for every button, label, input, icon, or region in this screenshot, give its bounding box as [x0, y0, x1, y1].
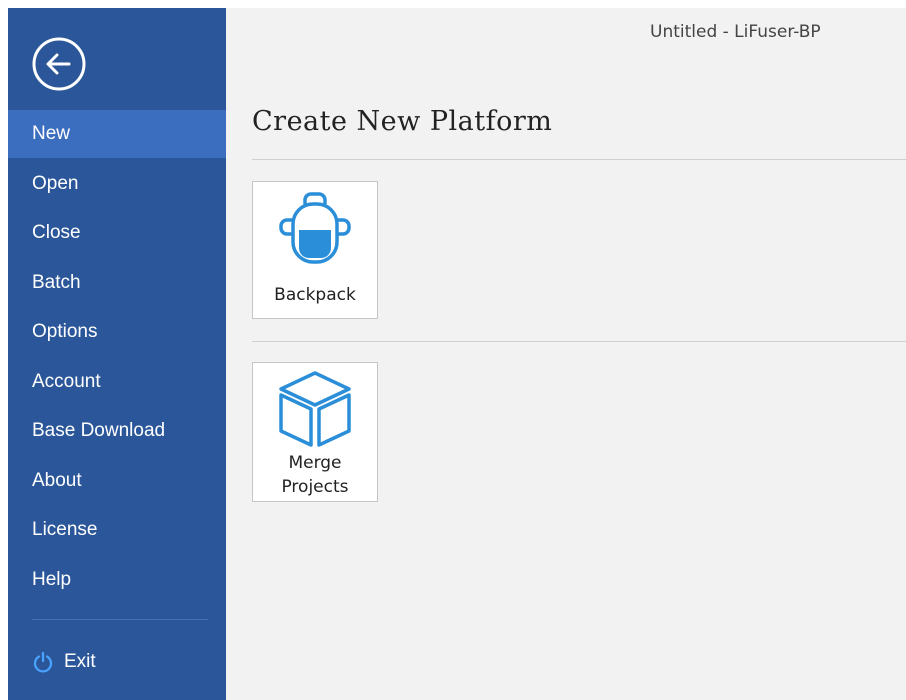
window-title: Untitled - LiFuser-BP — [650, 22, 821, 42]
divider — [252, 159, 906, 160]
sidebar-item-about[interactable]: About — [8, 457, 226, 505]
tile-label: Projects — [281, 477, 349, 497]
sidebar-item-options[interactable]: Options — [8, 308, 226, 356]
sidebar: New Open Close Batch Options Account Bas… — [8, 8, 226, 700]
tile-label: Merge — [288, 453, 342, 473]
backpack-icon — [279, 192, 351, 264]
backpack-tile[interactable]: Backpack — [252, 181, 378, 319]
sidebar-item-help[interactable]: Help — [8, 556, 226, 604]
sidebar-item-license[interactable]: License — [8, 506, 226, 554]
divider — [252, 341, 906, 342]
sidebar-item-open[interactable]: Open — [8, 160, 226, 208]
main-panel: Untitled - LiFuser-BP Create New Platfor… — [226, 8, 906, 700]
back-button[interactable] — [31, 36, 87, 92]
merge-projects-tile[interactable]: Merge Projects — [252, 362, 378, 502]
sidebar-item-account[interactable]: Account — [8, 358, 226, 406]
exit-button[interactable]: Exit — [32, 648, 96, 676]
arrow-left-circle-icon — [32, 37, 86, 91]
sidebar-item-close[interactable]: Close — [8, 209, 226, 257]
page-title: Create New Platform — [252, 106, 553, 137]
sidebar-item-batch[interactable]: Batch — [8, 259, 226, 307]
power-icon — [33, 651, 53, 673]
cube-icon — [279, 371, 351, 447]
sidebar-item-new[interactable]: New — [8, 110, 226, 158]
tile-label: Backpack — [274, 285, 356, 305]
sidebar-separator — [32, 619, 208, 620]
sidebar-item-base-download[interactable]: Base Download — [8, 407, 226, 455]
exit-label: Exit — [64, 651, 96, 672]
